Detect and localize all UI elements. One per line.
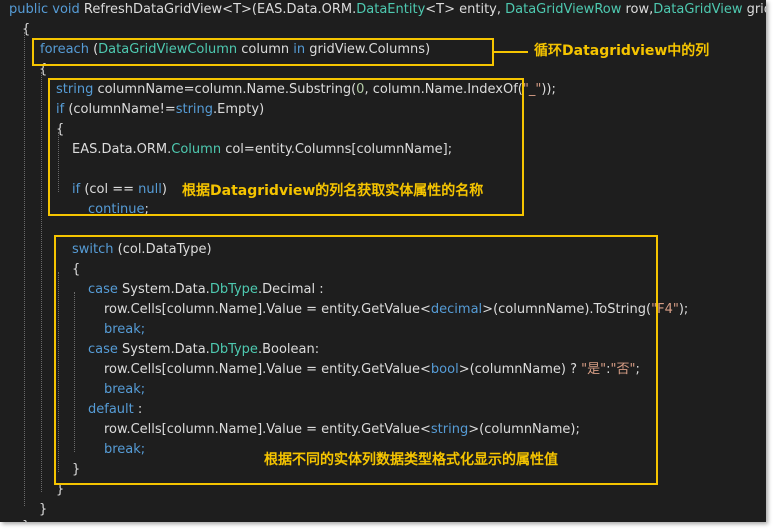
code-text: RefreshDataGridView<T>(EAS.Data.ORM. (83, 2, 357, 17)
indent-guide (24, 32, 25, 506)
keyword: void (52, 2, 80, 17)
code-line-method-close: } (22, 517, 30, 522)
code-editor: public void RefreshDataGridView<T>(EAS.D… (0, 0, 766, 522)
code-line-foreach-close: } (39, 502, 48, 517)
code-line-open-brace: { (22, 22, 31, 37)
type-name: DataGridView (653, 2, 743, 17)
code-text: )); (541, 82, 556, 97)
indent-guide (41, 72, 42, 492)
annotation-column-name: 根据Datagridview的列名获取实体属性的名称 (182, 183, 484, 199)
code-text: <T> entity, (425, 2, 506, 17)
type-name: DataEntity (356, 2, 426, 17)
string-literal: "_" (522, 82, 542, 97)
annotation-arrow (494, 51, 528, 53)
code-text: ); (678, 302, 689, 317)
code-text: gridView) (746, 2, 766, 17)
highlight-box-switch (54, 235, 658, 485)
highlight-box-foreach (32, 38, 494, 66)
keyword: public (9, 2, 49, 17)
code-text: row, (621, 2, 654, 17)
type-name: DataGridViewRow (505, 2, 622, 17)
code-line-signature: public void RefreshDataGridView<T>(EAS.D… (9, 0, 766, 20)
annotation-loop: 循环Datagridview中的列 (534, 43, 710, 59)
annotation-format: 根据不同的实体列数据类型格式化显示的属性值 (264, 452, 558, 468)
